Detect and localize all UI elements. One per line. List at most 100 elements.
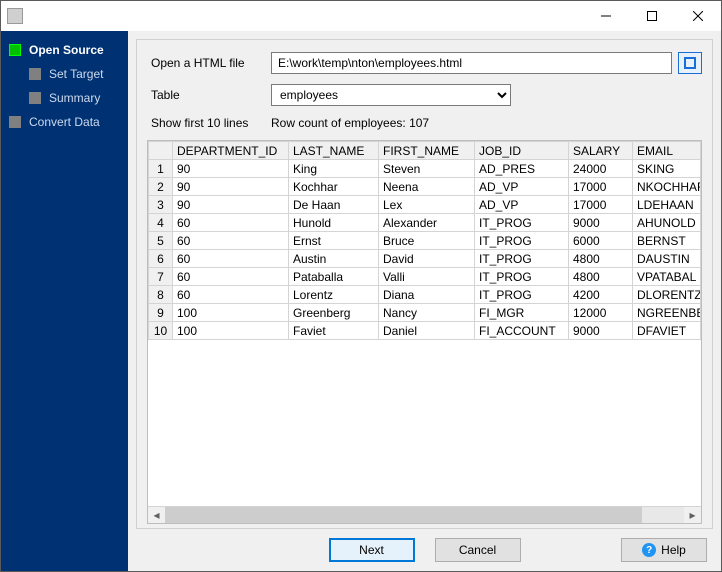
cell[interactable]: Steven xyxy=(379,160,475,178)
cell[interactable]: Neena xyxy=(379,178,475,196)
cancel-button[interactable]: Cancel xyxy=(435,538,521,562)
cell[interactable]: Lex xyxy=(379,196,475,214)
cell[interactable]: VPATABAL xyxy=(633,268,701,286)
browse-file-button[interactable] xyxy=(678,52,702,74)
table-row[interactable]: 560ErnstBruceIT_PROG6000BERNST xyxy=(149,232,701,250)
table-row[interactable]: 190KingStevenAD_PRES24000SKING xyxy=(149,160,701,178)
table-row[interactable]: 390De HaanLexAD_VP17000LDEHAAN xyxy=(149,196,701,214)
file-label: Open a HTML file xyxy=(151,56,271,70)
cell[interactable]: Austin xyxy=(289,250,379,268)
column-header[interactable]: DEPARTMENT_ID xyxy=(173,142,289,160)
sidebar-step-summary[interactable]: Summary xyxy=(7,91,128,105)
cell[interactable]: Kochhar xyxy=(289,178,379,196)
table-row[interactable]: 460HunoldAlexanderIT_PROG9000AHUNOLD xyxy=(149,214,701,232)
cell[interactable]: De Haan xyxy=(289,196,379,214)
cell[interactable]: 17000 xyxy=(569,196,633,214)
cell[interactable]: IT_PROG xyxy=(475,268,569,286)
cell[interactable]: DFAVIET xyxy=(633,322,701,340)
cell[interactable]: 6000 xyxy=(569,232,633,250)
cell[interactable]: Bruce xyxy=(379,232,475,250)
cell[interactable]: LDEHAAN xyxy=(633,196,701,214)
cell[interactable]: 60 xyxy=(173,286,289,304)
table-row[interactable]: 660AustinDavidIT_PROG4800DAUSTIN xyxy=(149,250,701,268)
help-button-label: Help xyxy=(661,543,686,557)
cell[interactable]: DAUSTIN xyxy=(633,250,701,268)
maximize-button[interactable] xyxy=(629,1,675,31)
cell[interactable]: 17000 xyxy=(569,178,633,196)
column-header[interactable]: SALARY xyxy=(569,142,633,160)
table-row[interactable]: 290KochharNeenaAD_VP17000NKOCHHAR xyxy=(149,178,701,196)
cell[interactable]: BERNST xyxy=(633,232,701,250)
cell[interactable]: 90 xyxy=(173,196,289,214)
cell[interactable]: 100 xyxy=(173,304,289,322)
sidebar-step-convert-data[interactable]: Convert Data xyxy=(7,115,128,129)
cell[interactable]: Faviet xyxy=(289,322,379,340)
cell[interactable]: 100 xyxy=(173,322,289,340)
cell[interactable]: DLORENTZ xyxy=(633,286,701,304)
cell[interactable]: IT_PROG xyxy=(475,250,569,268)
cell[interactable]: SKING xyxy=(633,160,701,178)
cell[interactable]: FI_MGR xyxy=(475,304,569,322)
cell[interactable]: 60 xyxy=(173,250,289,268)
cell[interactable]: NKOCHHAR xyxy=(633,178,701,196)
cell[interactable]: 60 xyxy=(173,268,289,286)
scroll-left-icon[interactable]: ◂ xyxy=(148,507,165,524)
cell[interactable]: AD_PRES xyxy=(475,160,569,178)
cell[interactable]: IT_PROG xyxy=(475,286,569,304)
cell[interactable]: Pataballa xyxy=(289,268,379,286)
cell[interactable]: Lorentz xyxy=(289,286,379,304)
table-row[interactable]: 860LorentzDianaIT_PROG4200DLORENTZ xyxy=(149,286,701,304)
cell[interactable]: 9000 xyxy=(569,214,633,232)
wizard-button-row: Next Cancel ? Help xyxy=(128,529,721,571)
help-button[interactable]: ? Help xyxy=(621,538,707,562)
horizontal-scrollbar[interactable]: ◂ ▸ xyxy=(148,506,701,523)
cell[interactable]: Alexander xyxy=(379,214,475,232)
cell[interactable]: Greenberg xyxy=(289,304,379,322)
table-row[interactable]: 10100FavietDanielFI_ACCOUNT9000DFAVIET xyxy=(149,322,701,340)
cell[interactable]: Diana xyxy=(379,286,475,304)
cell[interactable]: 60 xyxy=(173,214,289,232)
cell[interactable]: IT_PROG xyxy=(475,214,569,232)
row-header-corner xyxy=(149,142,173,160)
file-path-input[interactable] xyxy=(271,52,672,74)
table-select[interactable]: employees xyxy=(271,84,511,106)
cell[interactable]: 9000 xyxy=(569,322,633,340)
cell[interactable]: IT_PROG xyxy=(475,232,569,250)
cell[interactable]: AD_VP xyxy=(475,196,569,214)
cell[interactable]: NGREENBE xyxy=(633,304,701,322)
cell[interactable]: King xyxy=(289,160,379,178)
table-row[interactable]: 760PataballaValliIT_PROG4800VPATABAL xyxy=(149,268,701,286)
cell[interactable]: 4200 xyxy=(569,286,633,304)
column-header[interactable]: JOB_ID xyxy=(475,142,569,160)
sidebar-step-label: Summary xyxy=(49,91,100,105)
cell[interactable]: Valli xyxy=(379,268,475,286)
cell[interactable]: AHUNOLD xyxy=(633,214,701,232)
scrollbar-thumb[interactable] xyxy=(165,507,642,523)
cell[interactable]: Nancy xyxy=(379,304,475,322)
scroll-right-icon[interactable]: ▸ xyxy=(684,507,701,524)
column-header[interactable]: FIRST_NAME xyxy=(379,142,475,160)
cell[interactable]: 90 xyxy=(173,178,289,196)
cell[interactable]: 24000 xyxy=(569,160,633,178)
column-header[interactable]: EMAIL xyxy=(633,142,701,160)
cell[interactable]: AD_VP xyxy=(475,178,569,196)
sidebar-step-label: Set Target xyxy=(49,67,103,81)
cell[interactable]: 12000 xyxy=(569,304,633,322)
row-number: 9 xyxy=(149,304,173,322)
minimize-button[interactable] xyxy=(583,1,629,31)
cell[interactable]: Ernst xyxy=(289,232,379,250)
close-button[interactable] xyxy=(675,1,721,31)
cell[interactable]: 90 xyxy=(173,160,289,178)
cell[interactable]: 60 xyxy=(173,232,289,250)
sidebar-step-set-target[interactable]: Set Target xyxy=(7,67,128,81)
next-button[interactable]: Next xyxy=(329,538,415,562)
cell[interactable]: 4800 xyxy=(569,250,633,268)
cell[interactable]: 4800 xyxy=(569,268,633,286)
cell[interactable]: FI_ACCOUNT xyxy=(475,322,569,340)
table-row[interactable]: 9100GreenbergNancyFI_MGR12000NGREENBE xyxy=(149,304,701,322)
sidebar-step-open-source[interactable]: Open Source xyxy=(7,43,128,57)
cell[interactable]: David xyxy=(379,250,475,268)
cell[interactable]: Hunold xyxy=(289,214,379,232)
cell[interactable]: Daniel xyxy=(379,322,475,340)
column-header[interactable]: LAST_NAME xyxy=(289,142,379,160)
